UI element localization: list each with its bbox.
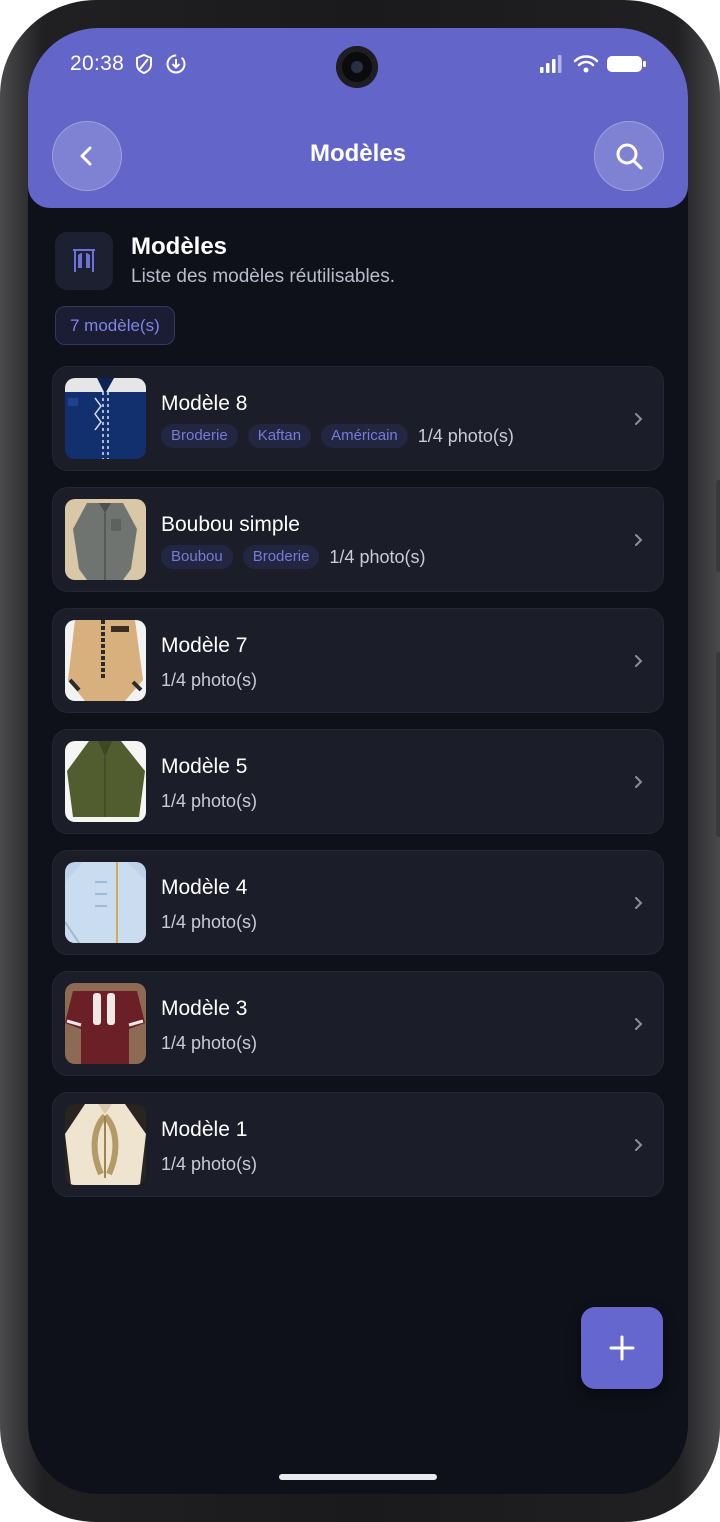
model-title: Modèle 5 [161, 755, 248, 778]
phone-frame: 20:38 Modèles Modèles Liste des modèles … [0, 0, 720, 1522]
screen: 20:38 Modèles Modèles Liste des modèles … [28, 28, 688, 1494]
model-meta: 1/4 photo(s) [161, 909, 257, 935]
shield-icon [136, 53, 152, 75]
section-title: Modèles [131, 233, 228, 260]
model-title: Modèle 4 [161, 876, 248, 899]
chevron-right-icon [635, 413, 643, 425]
status-bar: 20:38 [28, 28, 688, 104]
model-card[interactable]: Modèle 7 1/4 photo(s) [52, 608, 664, 713]
model-card[interactable]: Modèle 4 1/4 photo(s) [52, 850, 664, 955]
battery-icon [607, 56, 646, 72]
model-title: Modèle 8 [161, 392, 248, 415]
chevron-right-icon [635, 655, 643, 667]
model-card[interactable]: Modèle 3 1/4 photo(s) [52, 971, 664, 1076]
chevron-right-icon [635, 1018, 643, 1030]
add-model-button[interactable] [581, 1307, 663, 1389]
model-thumbnail [65, 378, 146, 459]
model-title: Modèle 1 [161, 1118, 248, 1141]
model-title: Boubou simple [161, 513, 300, 536]
tag-chip: Broderie [161, 424, 238, 448]
model-meta: 1/4 photo(s) [161, 667, 257, 693]
model-thumbnail [65, 741, 146, 822]
tag-chip: Kaftan [247, 424, 312, 448]
photo-count: 1/4 photo(s) [161, 911, 258, 932]
section-subtitle: Liste des modèles réutilisables. [131, 266, 396, 287]
photo-count: 1/4 photo(s) [329, 546, 426, 567]
wifi-icon [573, 55, 599, 73]
page-title: Modèles [309, 140, 407, 167]
model-meta: Boubou Broderie 1/4 photo(s) [161, 544, 425, 570]
search-button[interactable] [594, 121, 664, 191]
download-icon [166, 54, 186, 74]
model-thumbnail [65, 620, 146, 701]
plus-icon [609, 1335, 635, 1361]
tag-chip: Américain [321, 424, 408, 448]
photo-count: 1/4 photo(s) [161, 1153, 258, 1174]
model-title: Modèle 3 [161, 997, 248, 1020]
garment-rack-icon [73, 249, 95, 272]
tag-chip: Broderie [242, 545, 320, 569]
model-meta: 1/4 photo(s) [161, 1030, 257, 1056]
model-thumbnail [65, 862, 146, 943]
chevron-right-icon [635, 776, 643, 788]
power-button [716, 652, 720, 837]
model-meta: Broderie Kaftan Américain 1/4 photo(s) [161, 423, 514, 449]
chevron-right-icon [635, 1139, 643, 1151]
home-indicator[interactable] [279, 1474, 437, 1480]
photo-count: 1/4 photo(s) [161, 790, 258, 811]
photo-count: 1/4 photo(s) [161, 669, 258, 690]
search-icon [616, 143, 643, 170]
model-thumbnail [65, 499, 146, 580]
photo-count: 1/4 photo(s) [417, 425, 514, 446]
signal-icon [540, 55, 562, 73]
front-camera [336, 46, 378, 88]
model-meta: 1/4 photo(s) [161, 1151, 257, 1177]
tag-chip: Boubou [161, 545, 233, 569]
chevron-right-icon [635, 897, 643, 909]
models-section-icon [55, 232, 113, 290]
model-title: Modèle 7 [161, 634, 248, 657]
photo-count: 1/4 photo(s) [161, 1032, 258, 1053]
model-thumbnail [65, 1104, 146, 1185]
model-card[interactable]: Modèle 5 1/4 photo(s) [52, 729, 664, 834]
chevron-right-icon [635, 534, 643, 546]
model-card[interactable]: Modèle 8 Broderie Kaftan Américain 1/4 p… [52, 366, 664, 471]
model-thumbnail [65, 983, 146, 1064]
model-list: Modèle 8 Broderie Kaftan Américain 1/4 p… [52, 366, 664, 1213]
app-bar: 20:38 Modèles [28, 28, 688, 208]
volume-button [716, 480, 720, 572]
model-count-badge: 7 modèle(s) [55, 306, 175, 345]
model-card[interactable]: Boubou simple Boubou Broderie 1/4 photo(… [52, 487, 664, 592]
model-card[interactable]: Modèle 1 1/4 photo(s) [52, 1092, 664, 1197]
model-meta: 1/4 photo(s) [161, 788, 257, 814]
status-time: 20:38 [70, 52, 125, 75]
